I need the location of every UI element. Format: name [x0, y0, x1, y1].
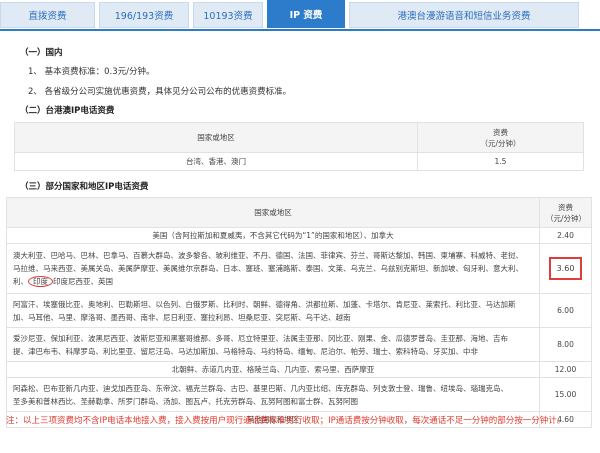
intl-rate-table: 国家或地区 资费 （元/分钟） 美国（含阿拉斯加和夏威夷，不含其它代码为“1”的…: [6, 197, 592, 428]
price-cell: 6.00: [539, 293, 592, 328]
price-cell: 15.00: [539, 377, 592, 412]
region-cell: 北朝鲜、赤道几内亚、格陵兰岛、几内亚、索马里、西萨摩亚: [6, 361, 540, 378]
tab-196-193[interactable]: 196/193资费: [99, 2, 189, 28]
domestic-line-1: 1、 基本资费标准：0.3元/分钟。: [28, 67, 155, 77]
hmt-rate-table: 国家或地区 资费 （元/分钟） 台湾、香港、澳门 1.5: [14, 122, 584, 171]
domestic-line-2: 2、 各省级分公司实施优惠资费，具体见分公司公布的优惠资费标准。: [28, 87, 292, 97]
region-cell: 爱沙尼亚、保加利亚、波黑尼西亚、波斯尼亚和黑塞哥维那、多哥、厄立特里亚、法属圭亚…: [6, 327, 540, 362]
table-row: 爱沙尼亚、保加利亚、波黑尼西亚、波斯尼亚和黑塞哥维那、多哥、厄立特里亚、法属圭亚…: [6, 327, 592, 362]
price-cell: 12.00: [539, 361, 592, 378]
table-row: 澳大利亚、巴哈马、巴林、巴拿马、百慕大群岛、波多黎各、玻利维亚、不丹、德国、法国…: [6, 243, 592, 294]
tab-10193[interactable]: 10193资费: [193, 2, 263, 28]
intl-header-price: 资费 （元/分钟）: [539, 197, 592, 228]
hmt-row-price: 1.5: [417, 152, 584, 171]
section-hmt-title: （二）台港澳IP电话资费: [20, 106, 115, 116]
hmt-header-region: 国家或地区: [14, 122, 418, 153]
region-cell: 澳大利亚、巴哈马、巴林、巴拿马、百慕大群岛、波多黎各、玻利维亚、不丹、德国、法国…: [6, 243, 540, 294]
table-row: 阿森松、巴布亚新几内亚、迪戈加西亚岛、东帝汶、福克兰群岛、古巴、基里巴斯、几内亚…: [6, 377, 592, 412]
price-cell: 3.60: [539, 243, 592, 294]
region-cell: 美国（含阿拉斯加和夏威夷，不含其它代码为“1”的国家和地区）、加拿大: [6, 227, 540, 244]
table-row: 北朝鲜、赤道几内亚、格陵兰岛、几内亚、索马里、西萨摩亚 12.00: [6, 361, 592, 378]
table-row: 阿富汗、埃塞俄比亚、奥地利、巴勒斯坦、以色列、白俄罗斯、比利时、朝鲜、德得角、洪…: [6, 293, 592, 328]
price-cell: 8.00: [539, 327, 592, 362]
tab-ip[interactable]: IP 资费: [267, 0, 345, 28]
region-cell: 阿森松、巴布亚新几内亚、迪戈加西亚岛、东帝汶、福克兰群岛、古巴、基里巴斯、几内亚…: [6, 377, 540, 412]
tab-direct-dial[interactable]: 直拨资费: [0, 2, 95, 28]
region-cell: 阿富汗、埃塞俄比亚、奥地利、巴勒斯坦、以色列、白俄罗斯、比利时、朝鲜、德得角、洪…: [6, 293, 540, 328]
section-domestic-title: （一）国内: [20, 48, 63, 58]
section-intl-title: （三）部分国家和地区IP电话资费: [20, 182, 149, 192]
price-cell: 2.40: [539, 227, 592, 244]
tab-bar: 直拨资费 196/193资费 10193资费 IP 资费 港澳台漫游语音和短信业…: [0, 0, 600, 30]
tab-hmt-roaming[interactable]: 港澳台漫游语音和短信业务资费: [349, 2, 579, 28]
india-highlight-circle: 印度: [28, 276, 53, 287]
intl-header-region: 国家或地区: [6, 197, 540, 228]
footnote: 注：以上三项资费均不含IP电话本地接入费，接入费按用户现行通话费标准另行收取；I…: [6, 416, 566, 426]
hmt-header-price: 资费 （元/分钟）: [417, 122, 584, 153]
price-highlight-box: 3.60: [548, 257, 583, 280]
tab-underline: [0, 29, 600, 31]
hmt-row-region: 台湾、香港、澳门: [14, 152, 418, 171]
table-row: 美国（含阿拉斯加和夏威夷，不含其它代码为“1”的国家和地区）、加拿大 2.40: [6, 227, 592, 244]
